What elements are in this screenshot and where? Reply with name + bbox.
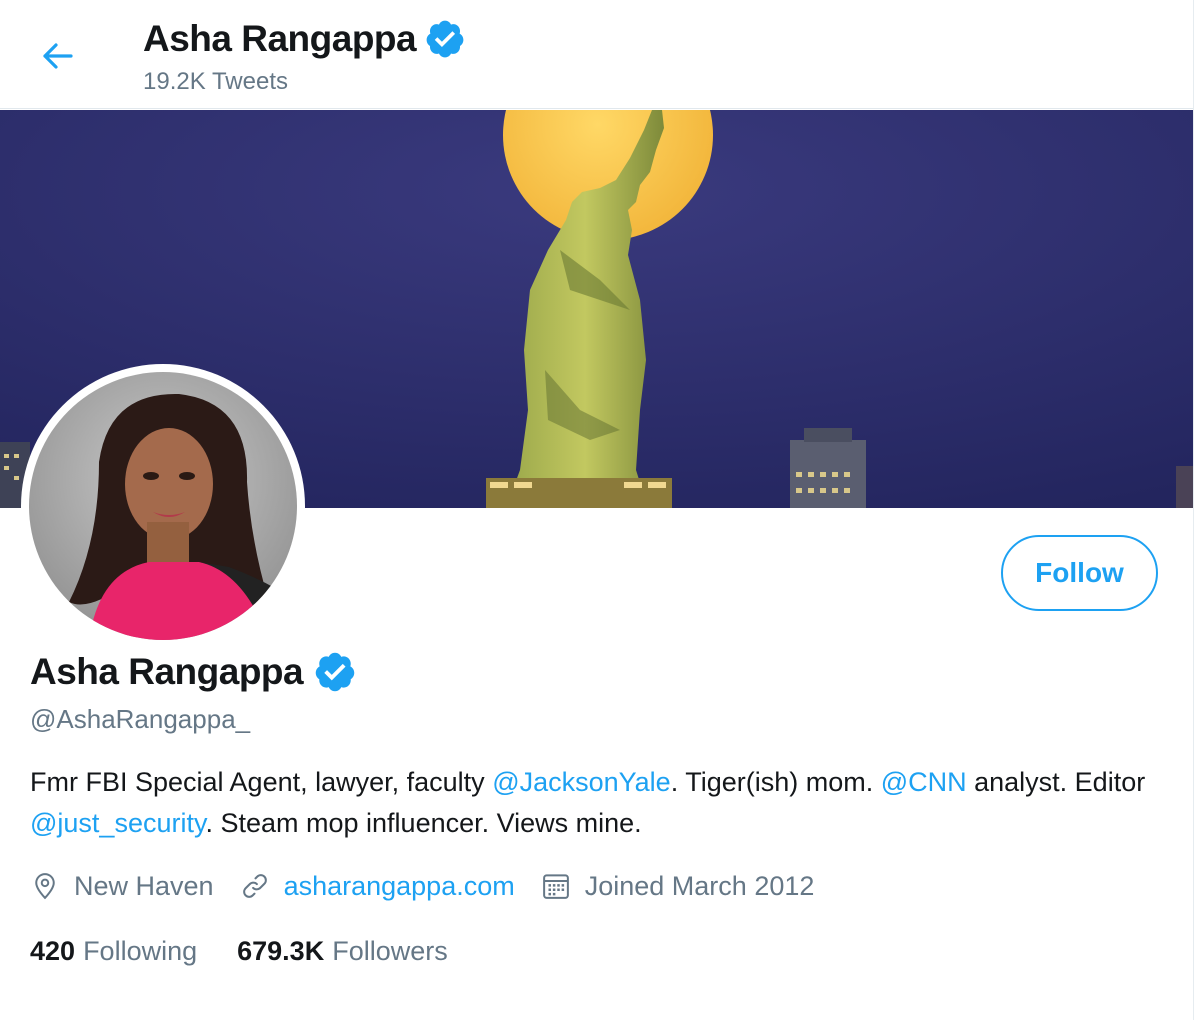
calendar-icon — [542, 874, 569, 899]
arrow-left-icon — [43, 43, 73, 69]
profile-display-name: Asha Rangappa — [30, 650, 357, 694]
bio-mention-cnn[interactable]: @CNN — [881, 767, 967, 797]
verified-badge-icon — [315, 652, 355, 692]
follow-button[interactable]: Follow — [1001, 535, 1158, 611]
bio-text: . Tiger(ish) mom. — [670, 767, 881, 797]
bio-text: . Steam mop influencer. Views mine. — [205, 808, 642, 838]
followers-count: 679.3K — [237, 935, 325, 966]
bio-mention-just-security[interactable]: @just_security — [30, 808, 205, 838]
following-link[interactable]: 420 Following — [30, 936, 197, 967]
header-title: Asha Rangappa — [143, 18, 466, 60]
scrollbar-gutter — [1193, 0, 1200, 1020]
following-count: 420 — [30, 935, 76, 966]
profile-stats: 420 Following 679.3K Followers — [30, 928, 488, 974]
joined-item: Joined March 2012 — [541, 870, 815, 902]
bio-text: Fmr FBI Special Agent, lawyer, faculty — [30, 767, 493, 797]
profile-handle: @AshaRangappa_ — [30, 704, 251, 734]
joined-text: Joined March 2012 — [584, 870, 815, 901]
avatar-photo — [29, 372, 297, 640]
followers-label: Followers — [332, 935, 448, 966]
header-name: Asha Rangappa — [143, 18, 417, 59]
location-text: New Haven — [74, 870, 214, 901]
tweets-count: 19.2K Tweets — [143, 68, 288, 95]
profile-bio: Fmr FBI Special Agent, lawyer, faculty @… — [30, 762, 1150, 844]
location-pin-icon — [35, 873, 55, 900]
profile-avatar[interactable] — [21, 364, 305, 648]
location-item: New Haven — [30, 870, 214, 902]
profile-meta: New Haven asharangappa.com Joined March … — [30, 862, 840, 910]
website-link[interactable]: asharangappa.com — [284, 871, 515, 902]
following-label: Following — [83, 935, 198, 966]
bio-mention-jacksonyale[interactable]: @JacksonYale — [492, 767, 671, 797]
display-name-text: Asha Rangappa — [30, 651, 304, 692]
link-icon — [242, 874, 267, 898]
back-button[interactable] — [28, 32, 86, 80]
bio-text: analyst. Editor — [966, 767, 1146, 797]
followers-link[interactable]: 679.3K Followers — [237, 936, 448, 967]
profile-header-bar: Asha Rangappa 19.2K Tweets — [0, 0, 1194, 109]
verified-badge-icon — [426, 20, 464, 58]
website-item: asharangappa.com — [240, 871, 515, 902]
